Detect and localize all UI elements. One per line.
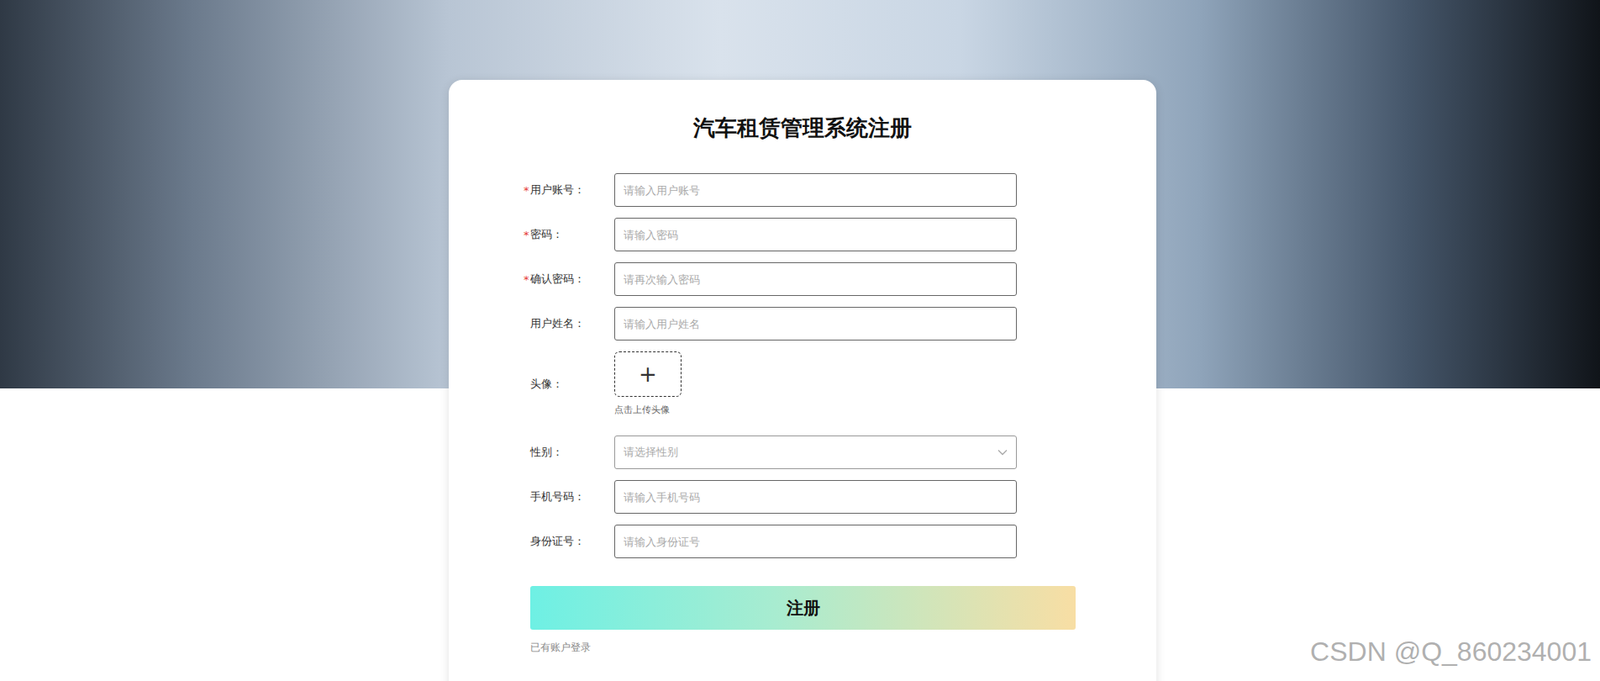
upload-hint: 点击上传头像 <box>614 403 682 417</box>
form-row: 身份证号： <box>523 524 1076 558</box>
field-label: *用户账号： <box>523 182 615 198</box>
chevron-down-icon <box>997 448 1008 456</box>
form-row: *用户账号： <box>523 173 1076 207</box>
form-row: 手机号码： <box>523 479 1076 514</box>
watermark: CSDN @Q_860234001 <box>1310 636 1592 668</box>
field-label: 头像： <box>523 376 615 392</box>
plus-icon: + <box>638 363 658 385</box>
text-input[interactable] <box>614 173 1017 207</box>
register-button[interactable]: 注册 <box>530 585 1076 630</box>
required-mark: * <box>523 228 531 242</box>
text-input[interactable] <box>614 262 1017 296</box>
text-input[interactable] <box>614 479 1017 514</box>
login-link[interactable]: 已有账户登录 <box>530 640 1076 654</box>
form-title: 汽车租赁管理系统注册 <box>448 113 1157 143</box>
field-label: 性别： <box>523 444 615 460</box>
form-row: 用户姓名： <box>523 306 1076 341</box>
upload-button[interactable]: + <box>614 351 682 397</box>
field-label: 用户姓名： <box>523 315 615 332</box>
required-mark: * <box>523 184 531 197</box>
form-row: 性别：请选择性别 <box>523 435 1076 469</box>
register-form: *用户账号： *密码： *确认密码： 用户姓名： 头像： + 点击上传头像性别：请选择性别手… <box>523 173 1076 654</box>
field-label: *确认密码： <box>523 271 615 287</box>
text-input[interactable] <box>614 217 1017 252</box>
field-label: 手机号码： <box>523 489 615 505</box>
text-input[interactable] <box>614 524 1017 558</box>
form-row: *确认密码： <box>523 262 1076 296</box>
register-page: 汽车租赁管理系统注册 *用户账号： *密码： *确认密码： 用户姓名： 头像： + 点击上传头… <box>0 0 1600 681</box>
avatar-upload: + 点击上传头像 <box>614 351 682 417</box>
gender-select[interactable]: 请选择性别 <box>614 435 1017 469</box>
form-row: *密码： <box>523 217 1076 252</box>
text-input[interactable] <box>614 306 1017 341</box>
required-mark: * <box>523 273 531 286</box>
field-label: 身份证号： <box>523 533 615 549</box>
form-row: 头像： + 点击上传头像 <box>523 351 1076 417</box>
field-label: *密码： <box>523 226 615 243</box>
register-card: 汽车租赁管理系统注册 *用户账号： *密码： *确认密码： 用户姓名： 头像： + 点击上传头… <box>448 79 1157 681</box>
